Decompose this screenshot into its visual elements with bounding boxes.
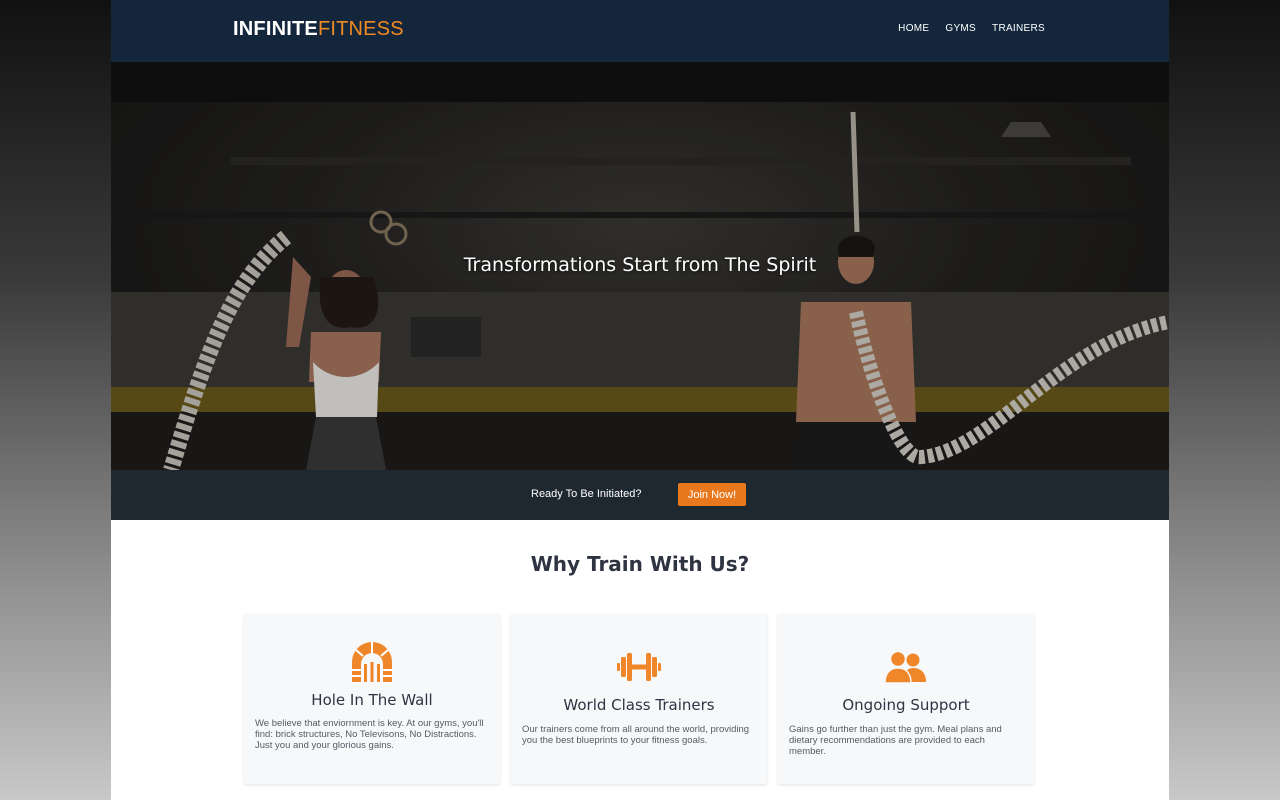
features-cards: Hole In The Wall We believe that enviorn…	[244, 614, 1034, 784]
features-title: Why Train With Us?	[530, 552, 750, 576]
site-header: INFINITEFITNESS HOME GYMS TRAINERS	[111, 0, 1169, 62]
page: INFINITEFITNESS HOME GYMS TRAINERS Trans…	[111, 0, 1169, 800]
join-now-button[interactable]: Join Now!	[678, 483, 746, 506]
feature-card-hole-in-the-wall: Hole In The Wall We believe that enviorn…	[244, 614, 500, 784]
feature-title-2: World Class Trainers	[563, 696, 715, 714]
cta-text: Ready To Be Initiated?	[531, 488, 642, 500]
nav-home[interactable]: HOME	[898, 23, 929, 34]
nav-gyms[interactable]: GYMS	[945, 23, 976, 34]
brand-logo[interactable]: INFINITEFITNESS	[233, 18, 404, 41]
brand-name-accent: FITNESS	[317, 18, 404, 40]
feature-title-1: Hole In The Wall	[311, 691, 433, 709]
feature-card-ongoing-support: Ongoing Support Gains go further than ju…	[778, 614, 1034, 784]
feature-card-world-class-trainers: World Class Trainers Our trainers come f…	[511, 614, 767, 784]
feature-text-2: Our trainers come from all around the wo…	[522, 724, 750, 746]
feature-text-1: We believe that enviornment is key. At o…	[255, 718, 484, 751]
feature-text-3: Gains go further than just the gym. Meal…	[789, 724, 1002, 757]
hero-banner: Transformations Start from The Spirit	[111, 62, 1169, 470]
cta-bar: Ready To Be Initiated? Join Now!	[111, 470, 1169, 520]
users-icon	[778, 651, 1034, 683]
brick-archway-icon	[244, 640, 500, 682]
feature-title-3: Ongoing Support	[842, 696, 970, 714]
hero-title: Transformations Start from The Spirit	[463, 254, 817, 276]
main-nav: HOME GYMS TRAINERS	[898, 23, 1045, 34]
nav-trainers[interactable]: TRAINERS	[992, 23, 1045, 34]
brand-name: INFINITE	[233, 18, 318, 40]
dumbbell-icon	[511, 652, 767, 682]
